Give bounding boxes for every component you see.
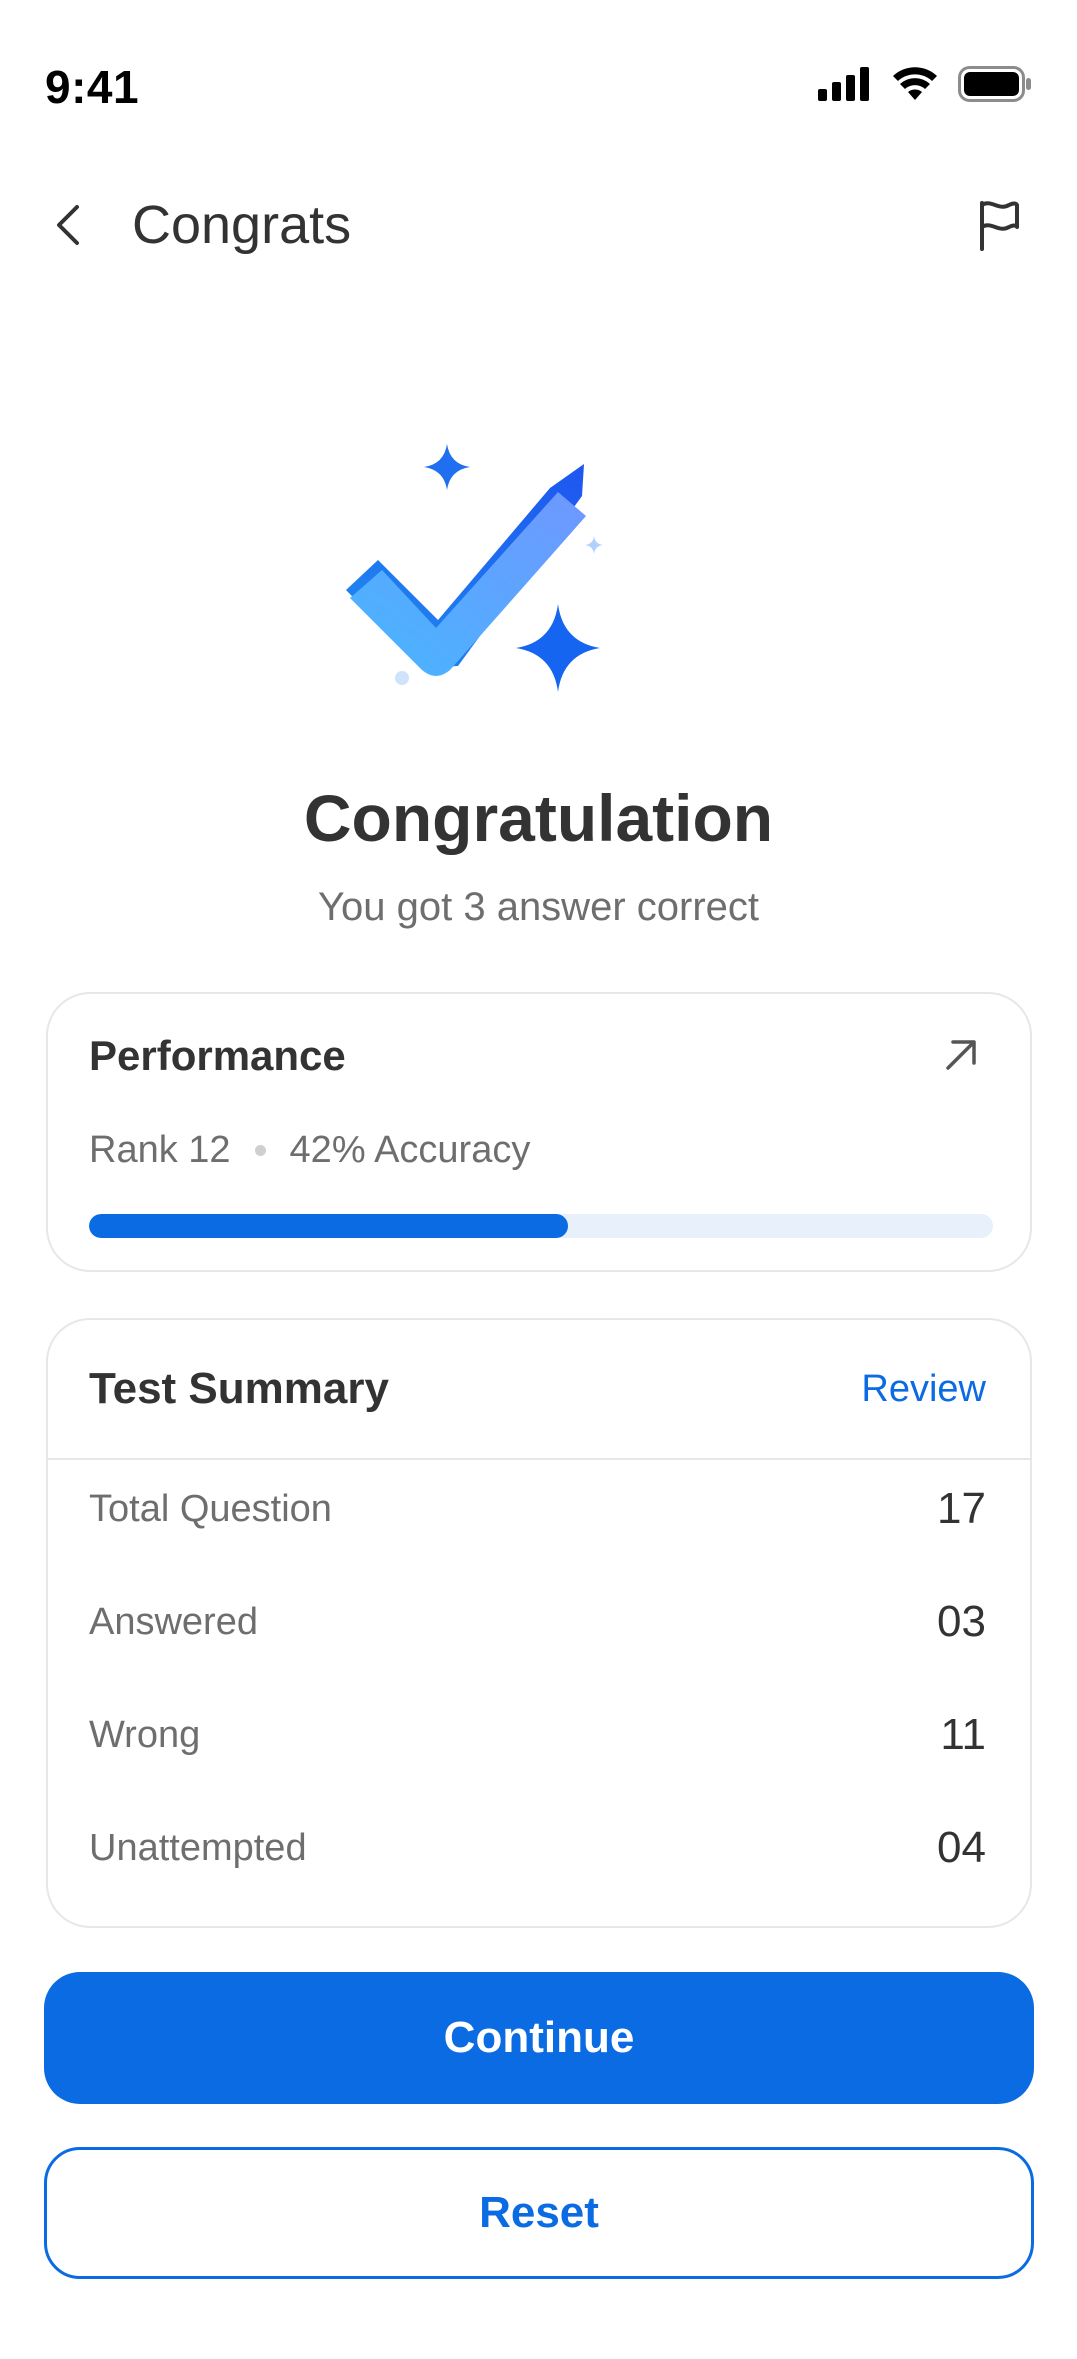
summary-row-wrong: Wrong 11 <box>48 1686 1030 1799</box>
summary-row-value: 17 <box>937 1484 986 1533</box>
hero-illustration <box>320 420 680 760</box>
summary-row-label: Total Question <box>89 1488 332 1530</box>
performance-open-button[interactable] <box>936 1030 986 1080</box>
arrow-up-right-icon <box>946 1040 976 1070</box>
summary-row-total: Total Question 17 <box>48 1460 1030 1573</box>
checkmark-icon <box>346 444 603 692</box>
summary-row-label: Answered <box>89 1601 258 1643</box>
back-button[interactable] <box>38 192 98 258</box>
status-bar: 9:41 <box>0 0 1077 150</box>
summary-row-answered: Answered 03 <box>48 1573 1030 1686</box>
performance-card[interactable]: Performance Rank 12 42% Accuracy <box>46 992 1032 1272</box>
summary-row-label: Wrong <box>89 1714 201 1756</box>
top-app-bar: Congrats <box>0 180 1077 270</box>
wifi-icon <box>893 67 937 100</box>
battery-icon <box>958 66 1031 102</box>
flag-icon <box>980 201 1019 251</box>
summary-row-unattempted: Unattempted 04 <box>48 1799 1030 1912</box>
dot-separator <box>254 1145 266 1156</box>
test-summary-title: Test Summary <box>89 1364 389 1413</box>
test-summary-header: Test Summary Review <box>48 1320 1030 1460</box>
rank-text: Rank 12 <box>89 1129 231 1171</box>
accuracy-progress-bar <box>89 1214 993 1238</box>
continue-button[interactable]: Continue <box>44 1972 1034 2104</box>
sparkle-icon <box>424 444 470 490</box>
results-screen: 9:41 Congrats Congratulation You got 3 a… <box>0 0 1077 2359</box>
accuracy-text: 42% Accuracy <box>289 1129 531 1171</box>
report-button[interactable] <box>969 194 1029 256</box>
summary-row-value: 11 <box>940 1710 986 1759</box>
summary-row-value: 03 <box>937 1597 986 1646</box>
page-title: Congrats <box>132 195 352 255</box>
cellular-signal-icon <box>818 67 869 101</box>
accuracy-progress-fill <box>89 1214 569 1238</box>
test-summary-card: Test Summary Review Total Question 17 An… <box>46 1318 1032 1928</box>
sparkle-icon <box>516 604 600 692</box>
congrats-heading: Congratulation <box>303 781 774 855</box>
congrats-subtitle: You got 3 answer correct <box>318 885 759 929</box>
review-link[interactable]: Review <box>861 1368 986 1411</box>
reset-button[interactable]: Reset <box>44 2147 1034 2279</box>
chevron-left-icon <box>57 205 79 245</box>
status-time: 9:41 <box>45 61 140 113</box>
performance-title: Performance <box>89 1032 346 1079</box>
summary-row-label: Unattempted <box>89 1827 307 1869</box>
summary-row-value: 04 <box>937 1823 986 1872</box>
status-icons <box>818 66 1032 102</box>
performance-stats: Rank 12 42% Accuracy <box>89 1129 530 1172</box>
